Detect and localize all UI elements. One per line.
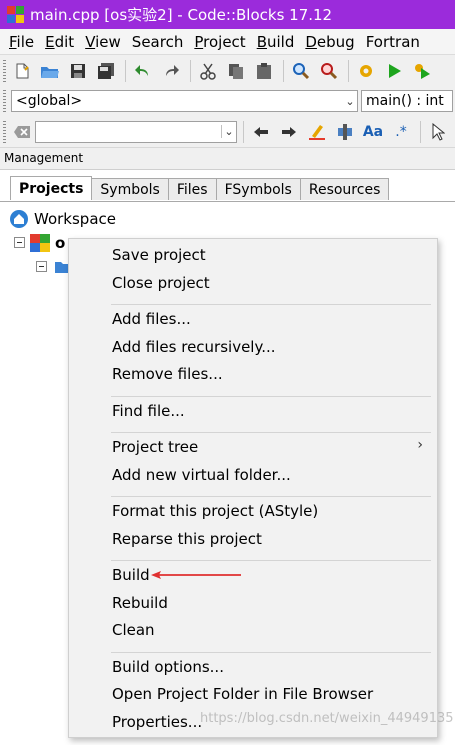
menu-file[interactable]: File <box>0 33 34 51</box>
toolbar-grip[interactable] <box>3 90 6 112</box>
cut-icon[interactable] <box>197 60 219 82</box>
window-title: main.cpp [os实验2] - Code::Blocks 17.12 <box>30 6 333 24</box>
tree-item-project[interactable]: o <box>14 234 65 252</box>
find-next-icon[interactable] <box>278 121 300 143</box>
scope-value: <global> <box>16 93 83 109</box>
menu-item-add-files[interactable]: Add files... <box>112 310 191 328</box>
new-file-icon[interactable] <box>11 60 33 82</box>
menu-item-build-options[interactable]: Build options... <box>112 658 224 676</box>
paste-icon[interactable] <box>253 60 275 82</box>
menu-item-open-project-folder-in-file-browser[interactable]: Open Project Folder in File Browser <box>112 685 373 703</box>
menu-item-clean[interactable]: Clean <box>112 621 155 639</box>
regex-icon[interactable]: .* <box>390 121 412 143</box>
menu-separator <box>111 432 431 433</box>
toolbar-separator <box>283 60 284 82</box>
menu-separator <box>111 651 431 653</box>
menu-fortran[interactable]: Fortran <box>357 33 420 51</box>
menu-item-remove-files[interactable]: Remove files... <box>112 365 223 383</box>
open-folder-icon[interactable] <box>39 60 61 82</box>
selected-text-icon[interactable] <box>334 121 356 143</box>
build-and-run-icon[interactable] <box>411 60 433 82</box>
search-toolbar: ⌄ Aa .* <box>0 116 455 148</box>
find-icon[interactable] <box>290 60 312 82</box>
submenu-chevron-icon: › <box>417 437 423 453</box>
management-panel-title: Management <box>4 151 84 165</box>
tab-resources[interactable]: Resources <box>299 178 390 200</box>
redo-icon[interactable] <box>160 60 182 82</box>
build-gear-icon[interactable] <box>355 60 377 82</box>
menu-item-rebuild[interactable]: Rebuild <box>112 594 168 612</box>
watermark: https://blog.csdn.net/weixin_44949135 <box>200 711 454 726</box>
menu-project[interactable]: Project <box>185 33 245 51</box>
copy-icon[interactable] <box>225 60 247 82</box>
menu-item-save-project[interactable]: Save project <box>112 246 206 264</box>
menu-separator <box>111 304 431 305</box>
red-arrow-annotation <box>151 571 241 579</box>
menu-build[interactable]: Build <box>248 33 295 51</box>
codeblocks-app-icon <box>7 6 24 23</box>
menu-item-properties[interactable]: Properties... <box>112 713 202 731</box>
toolbar-separator <box>125 60 126 82</box>
tree-collapse-icon[interactable] <box>14 237 26 249</box>
title-bar: main.cpp [os实验2] - Code::Blocks 17.12 <box>0 0 455 29</box>
replace-icon[interactable] <box>318 60 340 82</box>
tab-fsymbols[interactable]: FSymbols <box>215 178 301 200</box>
toolbar-grip[interactable] <box>3 120 6 143</box>
function-value: main() : int <box>366 93 444 109</box>
search-input[interactable]: ⌄ <box>35 120 237 143</box>
menu-search[interactable]: Search <box>123 33 184 51</box>
menu-item-add-new-virtual-folder[interactable]: Add new virtual folder... <box>112 466 291 484</box>
save-all-icon[interactable] <box>95 60 117 82</box>
project-name: o <box>55 234 66 252</box>
toolbar-separator <box>348 60 349 82</box>
tab-files[interactable]: Files <box>167 178 217 200</box>
run-icon[interactable] <box>383 60 405 82</box>
menu-item-add-files-recursively[interactable]: Add files recursively... <box>112 338 276 356</box>
tab-projects[interactable]: Projects <box>10 176 93 200</box>
find-previous-icon[interactable] <box>250 121 272 143</box>
menu-view[interactable]: View <box>76 33 121 51</box>
toolbar-separator <box>190 60 191 82</box>
tree-item-workspace[interactable]: Workspace <box>9 209 116 229</box>
tab-symbols[interactable]: Symbols <box>91 178 169 200</box>
menu-separator <box>111 395 431 397</box>
undo-icon[interactable] <box>132 60 154 82</box>
project-icon <box>30 234 50 252</box>
main-toolbar <box>0 54 455 88</box>
match-case-icon[interactable]: Aa <box>362 121 384 143</box>
highlight-icon[interactable] <box>306 121 328 143</box>
menu-separator <box>111 496 431 497</box>
toolbar-separator <box>420 120 421 143</box>
function-combo[interactable]: main() : int <box>361 90 453 112</box>
toolbar-grip[interactable] <box>3 60 6 82</box>
code-completion-bar: <global> ⌄ main() : int <box>0 86 455 116</box>
save-icon[interactable] <box>67 60 89 82</box>
menu-item-build[interactable]: Build <box>112 566 150 584</box>
tree-collapse-icon[interactable] <box>36 261 48 273</box>
scope-combo[interactable]: <global> ⌄ <box>11 90 358 112</box>
menu-edit[interactable]: Edit <box>36 33 74 51</box>
clear-search-icon[interactable] <box>11 121 33 143</box>
management-tabs: Projects Symbols Files FSymbols Resource… <box>10 176 390 200</box>
menu-debug[interactable]: Debug <box>296 33 354 51</box>
menu-item-close-project[interactable]: Close project <box>112 274 210 292</box>
pointer-icon[interactable] <box>427 121 449 143</box>
workspace-icon <box>10 210 28 228</box>
menu-item-find-file[interactable]: Find file... <box>112 402 185 420</box>
toolbar-separator <box>243 120 244 143</box>
menu-separator <box>111 560 431 561</box>
menu-item-reparse-this-project[interactable]: Reparse this project <box>112 530 262 548</box>
menu-item-project-tree[interactable]: Project tree <box>112 438 198 456</box>
tree-item-folder[interactable] <box>36 260 72 274</box>
chevron-down-icon[interactable]: ⌄ <box>343 95 357 108</box>
project-context-menu: Save project Close project Add files... Add… <box>68 238 438 738</box>
chevron-down-icon[interactable]: ⌄ <box>221 125 236 138</box>
tab-divider <box>0 201 455 202</box>
menu-bar: File Edit View Search Project Build Debu… <box>0 29 455 54</box>
menu-item-format-this-project-astyle[interactable]: Format this project (AStyle) <box>112 502 318 520</box>
